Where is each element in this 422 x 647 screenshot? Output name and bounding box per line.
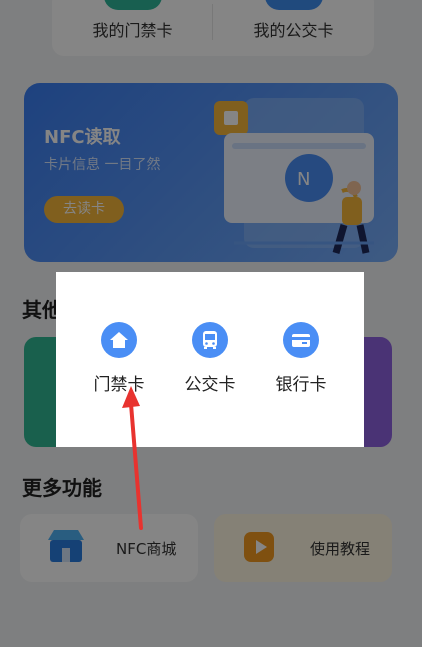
option-bus-card[interactable]: 公交卡 xyxy=(165,322,255,395)
option-bus-card-label: 公交卡 xyxy=(184,375,236,395)
home-icon xyxy=(101,322,137,358)
option-access-card[interactable]: 门禁卡 xyxy=(74,322,164,395)
option-bank-card-label: 银行卡 xyxy=(275,375,327,395)
option-access-card-label: 门禁卡 xyxy=(93,375,145,395)
bank-card-icon xyxy=(283,322,319,358)
bus-icon xyxy=(192,322,228,358)
card-type-dialog: 门禁卡 公交卡 银行卡 xyxy=(56,272,364,447)
option-bank-card[interactable]: 银行卡 xyxy=(256,322,346,395)
